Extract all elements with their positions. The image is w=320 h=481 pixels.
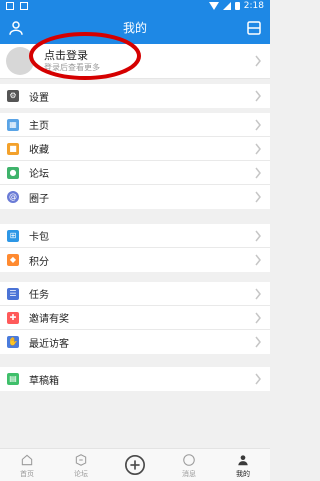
visitor-icon: ✋ [7, 336, 19, 348]
forum-icon [75, 454, 87, 466]
bottom-tab-bar: 首页 论坛 消息 我的 [0, 448, 270, 481]
status-app-icon [6, 2, 14, 10]
gear-icon: ⚙ [7, 90, 19, 102]
tab-post[interactable] [108, 449, 162, 481]
chevron-right-icon [255, 254, 261, 266]
task-icon: ☰ [7, 287, 19, 300]
tab-forum[interactable]: 论坛 [54, 449, 108, 481]
avatar[interactable] [6, 47, 34, 75]
chevron-right-icon [255, 336, 261, 348]
at-icon: @ [7, 191, 19, 203]
menu-item-forum[interactable]: ● 论坛 [0, 161, 270, 185]
points-icon: ◆ [7, 254, 19, 266]
login-subtitle: 登录后查看更多 [44, 63, 100, 72]
message-icon [183, 454, 195, 466]
status-time: 2:18 [243, 1, 264, 11]
draft-icon: ▤ [7, 373, 19, 385]
home-image-icon: ▦ [7, 118, 19, 131]
chevron-right-icon [255, 90, 261, 102]
chevron-right-icon [255, 288, 261, 299]
home-icon [21, 454, 33, 466]
status-warning-icon [20, 2, 28, 10]
tab-label: 论坛 [74, 470, 88, 478]
layout-icon[interactable] [245, 19, 263, 37]
menu-item-card[interactable]: ⊞ 卡包 [0, 224, 270, 248]
signal-icon [222, 2, 231, 10]
menu-item-label: 论坛 [29, 169, 49, 180]
login-row[interactable]: 点击登录 登录后查看更多 [0, 44, 270, 79]
chevron-right-icon [255, 143, 261, 154]
menu-item-favorites[interactable]: ■ 收藏 [0, 137, 270, 161]
menu-item-label: 主页 [29, 121, 49, 132]
box-icon: ■ [7, 142, 19, 155]
tab-label: 我的 [236, 470, 250, 478]
status-bar: 2:18 [0, 0, 270, 12]
menu-group-3: ⊞ 卡包 ◆ 积分 [0, 224, 270, 272]
menu-item-visitors[interactable]: ✋ 最近访客 [0, 330, 270, 354]
menu-item-label: 任务 [29, 290, 49, 301]
tab-label: 消息 [182, 470, 196, 478]
menu-group-1: ⚙ 设置 [0, 84, 270, 108]
chat-icon: ● [7, 166, 19, 179]
menu-group-4: ☰ 任务 ✚ 邀请有奖 ✋ 最近访客 [0, 282, 270, 354]
battery-icon [234, 2, 240, 10]
plus-icon[interactable] [124, 454, 146, 476]
menu-item-invite[interactable]: ✚ 邀请有奖 [0, 306, 270, 330]
top-app-bar: 我的 [0, 12, 270, 44]
profile-icon [238, 455, 248, 466]
tab-me[interactable]: 我的 [216, 449, 270, 481]
chevron-right-icon [255, 55, 261, 67]
menu-item-label: 草稿箱 [29, 375, 59, 387]
chevron-right-icon [255, 167, 261, 178]
menu-item-circle[interactable]: @ 圈子 [0, 185, 270, 209]
menu-item-label: 卡包 [29, 232, 49, 243]
chevron-right-icon [255, 312, 261, 323]
page-title: 我的 [122, 21, 147, 35]
gift-icon: ✚ [7, 311, 19, 324]
menu-item-label: 设置 [29, 92, 49, 104]
chevron-right-icon [255, 119, 261, 130]
chevron-right-icon [255, 191, 261, 203]
windows-icon: ⊞ [7, 229, 19, 242]
chevron-right-icon [255, 230, 261, 241]
menu-item-label: 最近访客 [29, 338, 69, 350]
menu-group-5: ▤ 草稿箱 [0, 367, 270, 391]
menu-item-label: 积分 [29, 256, 49, 268]
menu-item-home[interactable]: ▦ 主页 [0, 113, 270, 137]
menu-group-2: ▦ 主页 ■ 收藏 ● 论坛 @ 圈子 [0, 113, 270, 209]
login-title: 点击登录 [44, 49, 88, 62]
tab-home[interactable]: 首页 [0, 449, 54, 481]
tab-label: 首页 [20, 470, 34, 478]
menu-item-points[interactable]: ◆ 积分 [0, 248, 270, 272]
menu-item-label: 收藏 [29, 145, 49, 156]
menu-item-tasks[interactable]: ☰ 任务 [0, 282, 270, 306]
menu-item-label: 邀请有奖 [29, 314, 69, 325]
tab-messages[interactable]: 消息 [162, 449, 216, 481]
menu-item-settings[interactable]: ⚙ 设置 [0, 84, 270, 108]
wifi-icon [208, 2, 219, 10]
chevron-right-icon [255, 373, 261, 385]
menu-item-drafts[interactable]: ▤ 草稿箱 [0, 367, 270, 391]
menu-item-label: 圈子 [29, 193, 49, 205]
